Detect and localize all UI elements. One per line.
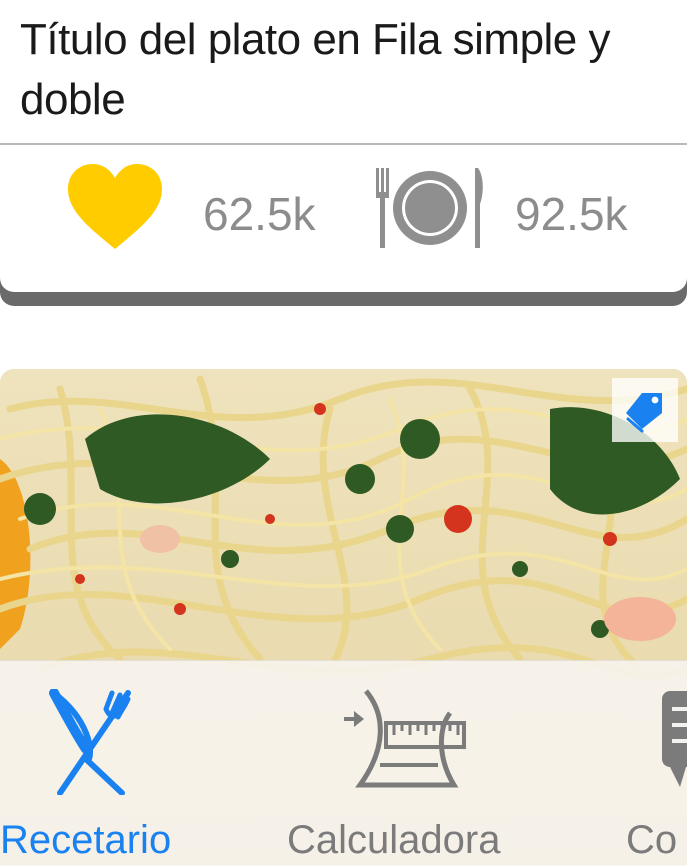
tab-label: Co	[626, 818, 678, 862]
tag-icon	[626, 393, 662, 433]
divider	[0, 143, 687, 145]
chat-icon	[662, 691, 687, 787]
tab-bar: Recetario Calculadora Co	[0, 660, 687, 866]
heart-icon[interactable]	[66, 163, 164, 251]
tag-button[interactable]	[612, 378, 678, 442]
servings-count: 92.5k	[515, 188, 628, 240]
tab-third[interactable]: Co	[0, 661, 687, 866]
recipe-card[interactable]: Título del plato en Fila simple y doble …	[0, 0, 687, 292]
plate-cutlery-icon	[376, 168, 483, 248]
likes-count: 62.5k	[203, 188, 316, 240]
recipe-title: Título del plato en Fila simple y doble	[20, 15, 611, 124]
